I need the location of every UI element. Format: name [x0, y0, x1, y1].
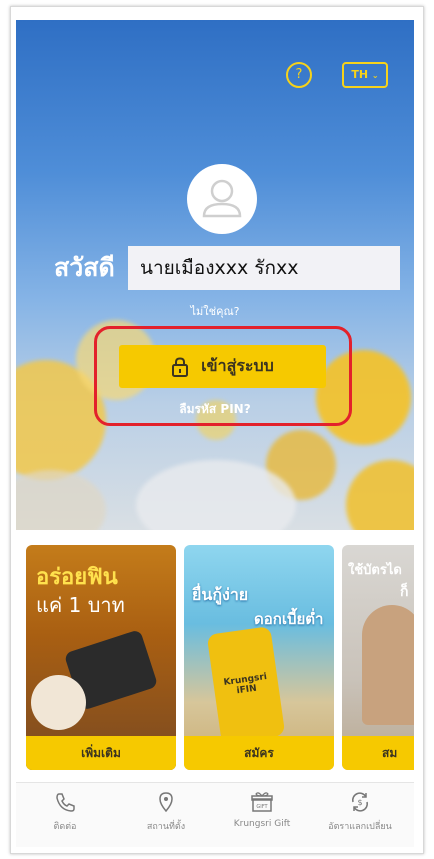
svg-text:$: $	[357, 798, 362, 807]
nav-item-contact[interactable]: ติดต่อ	[15, 791, 115, 833]
promo-apply-button[interactable]: สม	[342, 736, 414, 770]
promo-headline: ใช้บัตรได	[348, 563, 402, 578]
nav-label: อัตราแลกเปลี่ยน	[328, 822, 392, 832]
nav-item-gift[interactable]: GIFT Krungsri Gift	[212, 791, 312, 829]
svg-text:GIFT: GIFT	[256, 804, 268, 810]
avatar	[187, 164, 257, 234]
help-button[interactable]: ?	[286, 62, 312, 88]
phone-image: Krungsri iFIN	[206, 626, 286, 744]
phone-screen-text: Krungsri iFIN	[223, 672, 268, 697]
promo-more-button[interactable]: เพิ่มเติม	[26, 736, 176, 770]
promo-card[interactable]: ใช้บัตรได ก็ สม	[342, 545, 414, 770]
gift-icon: GIFT	[251, 792, 273, 812]
promo-carousel[interactable]: อร่อยฟิน แค่ 1 บาท เพิ่มเติม ยื่นกู้ง่าย…	[16, 545, 414, 770]
forgot-pin-link[interactable]: ลืมรหัส PIN?	[16, 400, 414, 419]
promo-card[interactable]: ยื่นกู้ง่าย ดอกเบี้ยต่ำ Krungsri iFIN สม…	[184, 545, 334, 770]
login-button[interactable]: เข้าสู่ระบบ	[119, 345, 326, 388]
language-selector[interactable]: TH ⌄	[342, 62, 388, 88]
promo-apply-button[interactable]: สมัคร	[184, 736, 334, 770]
promo-subheadline: ก็	[400, 584, 409, 600]
nav-label: Krungsri Gift	[233, 819, 291, 829]
greeting-text: สวัสดี	[54, 253, 115, 282]
location-pin-icon	[159, 792, 173, 813]
language-label: TH	[351, 68, 369, 81]
nav-item-exchange-rate[interactable]: $ อัตราแลกเปลี่ยน	[310, 791, 410, 833]
user-icon	[202, 179, 242, 218]
lock-icon	[172, 356, 189, 377]
exchange-icon: $	[352, 792, 368, 812]
phone-icon	[56, 793, 75, 812]
bottom-nav: ติดต่อ สถานที่ตั้ง GIFT Krungsri Gift $ …	[16, 782, 414, 847]
nav-label: ติดต่อ	[53, 822, 77, 832]
promo-card[interactable]: อร่อยฟิน แค่ 1 บาท เพิ่มเติม	[26, 545, 176, 770]
not-you-link[interactable]: ไม่ใช่คุณ?	[16, 302, 414, 320]
nav-label: สถานที่ตั้ง	[146, 822, 186, 832]
dessert-image	[31, 675, 86, 730]
promo-headline: ยื่นกู้ง่าย	[192, 585, 249, 604]
user-name: นายเมืองxxx รักxx	[128, 246, 400, 290]
login-button-label: เข้าสู่ระบบ	[201, 356, 274, 375]
hero-banner: ? TH ⌄ สวัสดี นายเมืองxxx รักxx ไม่ใช่คุ…	[16, 20, 414, 530]
promo-subheadline: แค่ 1 บาท	[36, 593, 125, 617]
person-image	[362, 605, 414, 725]
nav-item-location[interactable]: สถานที่ตั้ง	[116, 791, 216, 833]
chevron-down-icon: ⌄	[371, 71, 379, 80]
